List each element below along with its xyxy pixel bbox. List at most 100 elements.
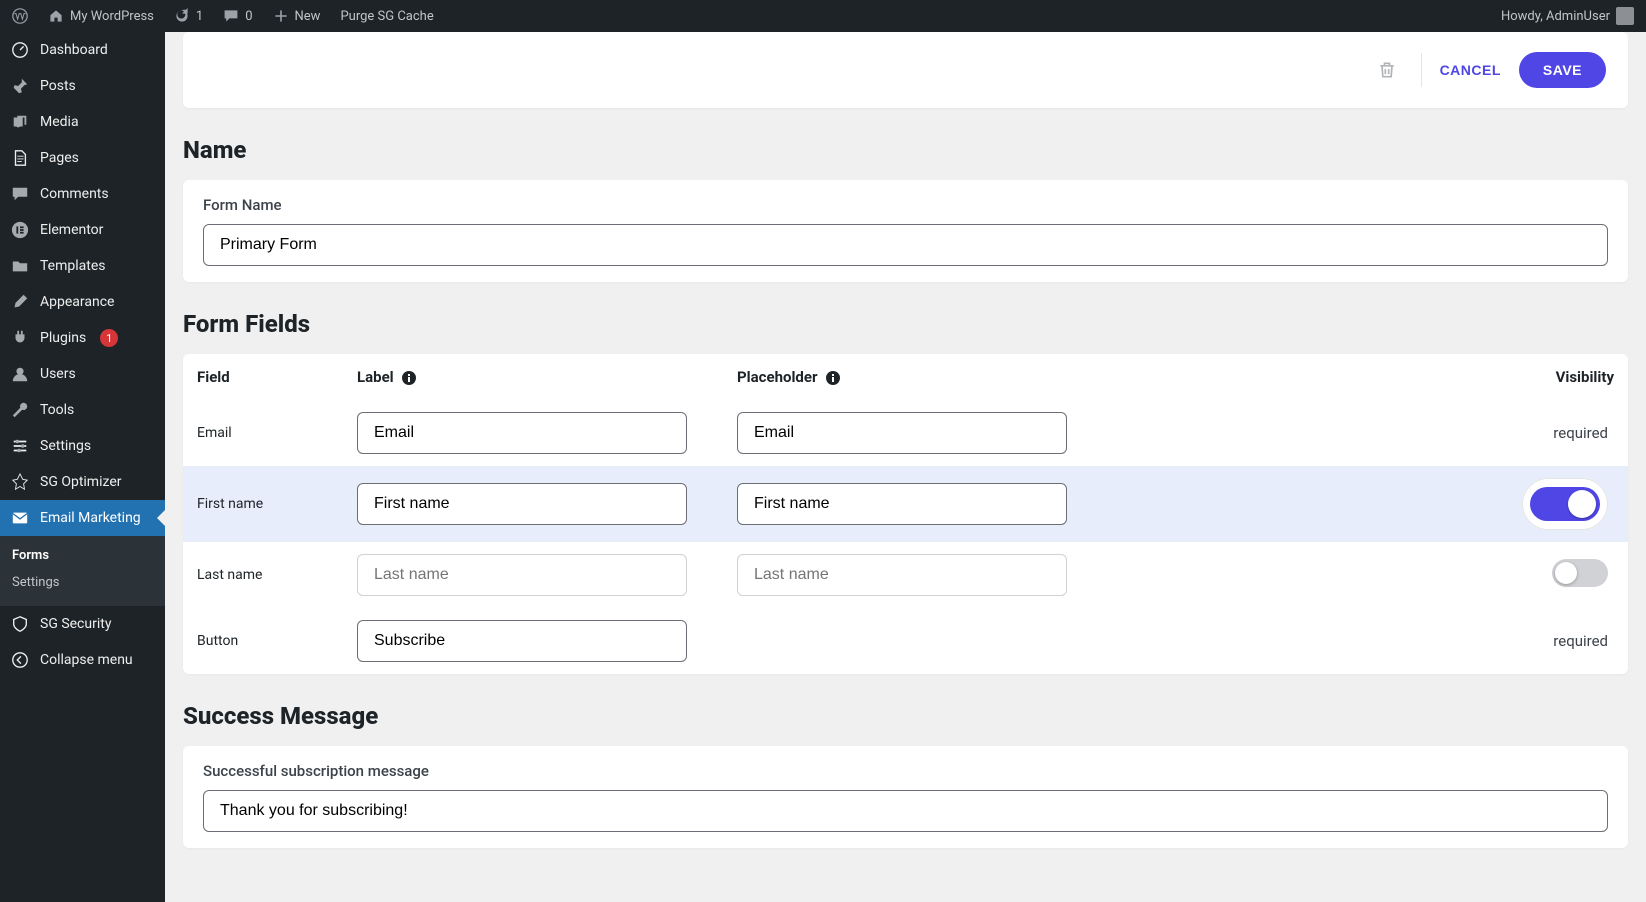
sidebar-item-posts[interactable]: Posts bbox=[0, 68, 165, 104]
success-label: Successful subscription message bbox=[203, 762, 1608, 780]
placeholder-input bbox=[737, 554, 1067, 596]
submenu-item-forms[interactable]: Forms bbox=[0, 542, 165, 569]
media-icon bbox=[10, 112, 30, 132]
sidebar-item-collapse-menu[interactable]: Collapse menu bbox=[0, 642, 165, 678]
home-icon bbox=[48, 8, 64, 24]
sidebar-item-appearance[interactable]: Appearance bbox=[0, 284, 165, 320]
delete-button[interactable] bbox=[1371, 54, 1403, 86]
plug-icon bbox=[10, 328, 30, 348]
dashboard-icon bbox=[10, 40, 30, 60]
placeholder-input[interactable] bbox=[737, 412, 1067, 454]
sidebar-item-tools[interactable]: Tools bbox=[0, 392, 165, 428]
field-name: Button bbox=[183, 608, 343, 674]
purge-cache-link[interactable]: Purge SG Cache bbox=[336, 9, 437, 24]
sidebar-item-users[interactable]: Users bbox=[0, 356, 165, 392]
placeholder-input[interactable] bbox=[737, 483, 1067, 525]
sliders-icon bbox=[10, 436, 30, 456]
sidebar-item-comments[interactable]: Comments bbox=[0, 176, 165, 212]
label-input[interactable] bbox=[357, 483, 687, 525]
sidebar-item-label: Dashboard bbox=[40, 42, 108, 58]
rocket-icon bbox=[10, 472, 30, 492]
required-text: required bbox=[1553, 632, 1608, 650]
sidebar-item-email-marketing[interactable]: Email Marketing bbox=[0, 500, 165, 536]
cancel-button[interactable]: CANCEL bbox=[1440, 62, 1501, 78]
th-visibility: Visibility bbox=[1103, 354, 1628, 400]
field-name: Last name bbox=[183, 542, 343, 608]
site-name-link[interactable]: My WordPress bbox=[44, 8, 158, 24]
plus-icon bbox=[273, 8, 289, 24]
wrench-icon bbox=[10, 400, 30, 420]
comment-icon bbox=[10, 184, 30, 204]
sidebar-item-media[interactable]: Media bbox=[0, 104, 165, 140]
save-button[interactable]: SAVE bbox=[1519, 52, 1606, 88]
section-title-name: Name bbox=[183, 136, 1628, 164]
sidebar-item-label: Elementor bbox=[40, 222, 103, 238]
sidebar-item-sg-security[interactable]: SG Security bbox=[0, 606, 165, 642]
sidebar-item-label: Tools bbox=[40, 402, 74, 418]
new-link[interactable]: New bbox=[269, 8, 325, 24]
sidebar-item-label: Email Marketing bbox=[40, 510, 141, 526]
sidebar-item-label: Appearance bbox=[40, 294, 114, 310]
sidebar-item-templates[interactable]: Templates bbox=[0, 248, 165, 284]
table-row: Last name bbox=[183, 542, 1628, 608]
sidebar-item-label: Posts bbox=[40, 78, 76, 94]
info-icon[interactable] bbox=[825, 370, 841, 386]
fields-table: Field Label Placeholder Visibility Email… bbox=[183, 354, 1628, 674]
field-name: Email bbox=[183, 400, 343, 466]
fields-card: Field Label Placeholder Visibility Email… bbox=[183, 354, 1628, 674]
user-icon bbox=[10, 364, 30, 384]
sidebar-item-plugins[interactable]: Plugins1 bbox=[0, 320, 165, 356]
sidebar-item-elementor[interactable]: Elementor bbox=[0, 212, 165, 248]
table-row: Email required bbox=[183, 400, 1628, 466]
sidebar-item-sg-optimizer[interactable]: SG Optimizer bbox=[0, 464, 165, 500]
submenu-item-settings[interactable]: Settings bbox=[0, 569, 165, 596]
th-placeholder: Placeholder bbox=[723, 354, 1103, 400]
sidebar-item-label: Settings bbox=[40, 438, 91, 454]
label-input[interactable] bbox=[357, 620, 687, 662]
field-name: First name bbox=[183, 466, 343, 542]
name-card: Form Name bbox=[183, 180, 1628, 282]
howdy-text: Howdy, AdminUser bbox=[1501, 9, 1610, 24]
mail-icon bbox=[10, 508, 30, 528]
shield-icon bbox=[10, 614, 30, 634]
sidebar-item-label: SG Security bbox=[40, 616, 111, 632]
required-text: required bbox=[1553, 424, 1608, 442]
submenu: FormsSettings bbox=[0, 536, 165, 606]
table-row: First name bbox=[183, 466, 1628, 542]
account-link[interactable]: Howdy, AdminUser bbox=[1497, 7, 1638, 25]
update-badge: 1 bbox=[100, 329, 118, 347]
comment-icon bbox=[223, 8, 239, 24]
comments-link[interactable]: 0 bbox=[219, 8, 256, 24]
success-card: Successful subscription message bbox=[183, 746, 1628, 848]
section-title-success: Success Message bbox=[183, 702, 1628, 730]
label-input[interactable] bbox=[357, 412, 687, 454]
th-label: Label bbox=[343, 354, 723, 400]
folder-icon bbox=[10, 256, 30, 276]
sidebar-item-label: Collapse menu bbox=[40, 652, 133, 668]
pages-icon bbox=[10, 148, 30, 168]
refresh-icon bbox=[174, 8, 190, 24]
pin-icon bbox=[10, 76, 30, 96]
sidebar-item-label: SG Optimizer bbox=[40, 474, 121, 490]
sidebar-item-label: Comments bbox=[40, 186, 109, 202]
updates-count: 1 bbox=[196, 9, 203, 24]
avatar bbox=[1616, 7, 1634, 25]
visibility-toggle[interactable] bbox=[1522, 478, 1608, 530]
sidebar-item-label: Pages bbox=[40, 150, 79, 166]
success-input[interactable] bbox=[203, 790, 1608, 832]
updates-link[interactable]: 1 bbox=[170, 8, 207, 24]
wp-logo[interactable] bbox=[8, 8, 32, 24]
form-name-input[interactable] bbox=[203, 224, 1608, 266]
comments-count: 0 bbox=[245, 9, 252, 24]
sidebar-item-pages[interactable]: Pages bbox=[0, 140, 165, 176]
trash-icon bbox=[1377, 60, 1397, 80]
visibility-toggle[interactable] bbox=[1552, 559, 1608, 587]
sidebar-item-dashboard[interactable]: Dashboard bbox=[0, 32, 165, 68]
th-field: Field bbox=[183, 354, 343, 400]
section-title-fields: Form Fields bbox=[183, 310, 1628, 338]
divider bbox=[1421, 53, 1422, 87]
info-icon[interactable] bbox=[401, 370, 417, 386]
sidebar-item-settings[interactable]: Settings bbox=[0, 428, 165, 464]
new-label: New bbox=[295, 9, 321, 24]
admin-sidebar: Dashboard Posts Media Pages Comments Elemento… bbox=[0, 32, 165, 902]
